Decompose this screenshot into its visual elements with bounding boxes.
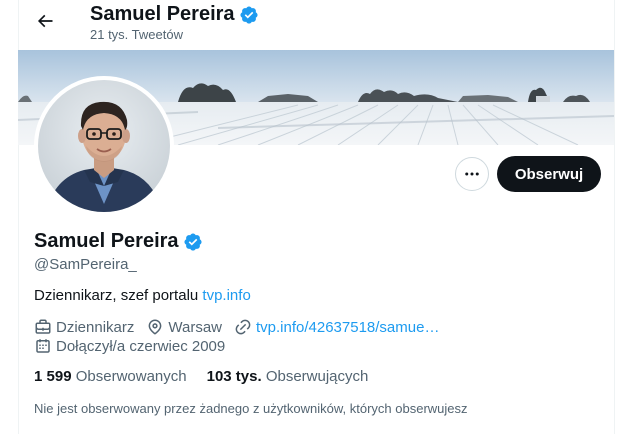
profile-name: Samuel Pereira [34, 230, 179, 252]
following-stat[interactable]: 1 599 Obserwowanych [34, 368, 187, 385]
followers-stat[interactable]: 103 tys. Obserwujących [207, 368, 369, 385]
verified-badge-icon [239, 5, 259, 25]
profile-bio: Dziennikarz, szef portalu tvp.info [34, 287, 251, 304]
website-link[interactable]: tvp.info/42637518/samue… [256, 319, 439, 336]
following-label: Obserwowanych [75, 368, 187, 385]
profile-page: Samuel Pereira 21 tys. Tweetów Obserwuj … [0, 0, 628, 434]
header-name: Samuel Pereira [90, 3, 235, 25]
header-tweet-count: 21 tys. Tweetów [90, 27, 183, 42]
profile-avatar[interactable] [34, 76, 174, 216]
profile-header-bar: Samuel Pereira 21 tys. Tweetów [18, 0, 614, 50]
bio-text: Dziennikarz, szef portalu [34, 287, 199, 304]
followers-label: Obserwujących [265, 368, 369, 385]
joined-item: Dołączył/a czerwiec 2009 [34, 337, 225, 355]
back-button[interactable] [30, 6, 60, 36]
profile-name-row: Samuel Pereira [34, 230, 203, 253]
profile-meta-row: Dziennikarz Warsaw tvp.info/42637518/sam… [34, 318, 451, 336]
followers-count: 103 tys. [206, 368, 262, 385]
followers-you-know-note: Nie jest obserwowany przez żadnego z uży… [34, 401, 468, 416]
follow-stats-row: 1 599 Obserwowanych 103 tys. Obserwujący… [34, 368, 388, 385]
profession-text: Dziennikarz [56, 318, 135, 336]
location-text: Warsaw [168, 318, 222, 336]
follow-button[interactable]: Obserwuj [497, 156, 601, 192]
header-title-row: Samuel Pereira [90, 3, 259, 26]
location-pin-icon [149, 319, 162, 335]
column-border-right [614, 0, 615, 434]
briefcase-icon [35, 319, 51, 334]
more-options-button[interactable] [455, 157, 489, 191]
bio-link[interactable]: tvp.info [202, 287, 250, 304]
arrow-left-icon [37, 14, 53, 28]
calendar-icon [36, 339, 50, 353]
verified-badge-icon [183, 232, 203, 252]
link-icon [235, 319, 251, 335]
joined-text: Dołączył/a czerwiec 2009 [56, 337, 226, 355]
website-item[interactable]: tvp.info/42637518/samue… [234, 318, 439, 336]
following-count: 1 599 [34, 368, 72, 385]
location-item: Warsaw [146, 318, 222, 336]
profession-item: Dziennikarz [34, 318, 134, 336]
profile-handle: @SamPereira_ [34, 256, 137, 273]
more-horizontal-icon [465, 172, 479, 176]
